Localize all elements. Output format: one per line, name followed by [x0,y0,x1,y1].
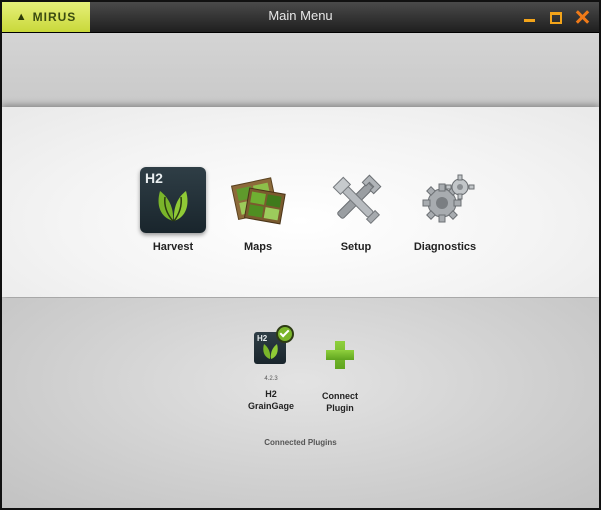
main-window: ▲ MIRUS Main Menu H2 Harvest Maps Setup … [0,0,601,510]
maximize-icon[interactable] [549,10,563,24]
setup-label: Setup [340,241,372,253]
setup-button[interactable]: Setup [311,167,401,253]
main-menu-band: H2 Harvest Maps Setup Diagnostics [2,107,599,297]
maps-label: Maps [243,241,273,253]
diagnostics-gears-icon [412,167,478,233]
harvest-label: Harvest [152,241,194,253]
brand-name: MIRUS [32,10,77,24]
connected-check-icon [276,325,294,343]
connect-plugin-button[interactable]: Connect Plugin [305,338,375,414]
maps-icon [225,167,291,233]
h2-harvest-icon: H2 [140,167,206,233]
plugin-name: H2 GrainGage [247,389,294,411]
close-icon[interactable] [575,10,589,24]
brand-logo: ▲ MIRUS [2,2,90,32]
h2-plugin-icon: H2 [254,325,294,366]
plus-icon [323,338,357,372]
tractor-icon: ▲ [15,11,28,23]
plugin-version: 4.2.3 [264,376,278,382]
diagnostics-label: Diagnostics [413,241,477,253]
connect-plugin-label: Connect Plugin [322,391,358,413]
connected-plugins-caption: Connected Plugins [264,438,337,447]
harvest-button[interactable]: H2 Harvest [128,167,218,253]
minimize-icon[interactable] [523,10,537,24]
plugin-h2-graingage[interactable]: H2 4.2.3 H2 GrainGage [236,325,306,412]
diagnostics-button[interactable]: Diagnostics [400,167,490,253]
setup-wrench-icon [323,167,389,233]
maps-button[interactable]: Maps [213,167,303,253]
title-bar[interactable]: ▲ MIRUS Main Menu [2,2,599,33]
plugins-area: H2 4.2.3 H2 GrainGage Connect Plugin Con… [2,298,599,508]
window-title: Main Menu [268,8,333,23]
header-area [2,33,599,107]
window-controls [523,2,589,32]
